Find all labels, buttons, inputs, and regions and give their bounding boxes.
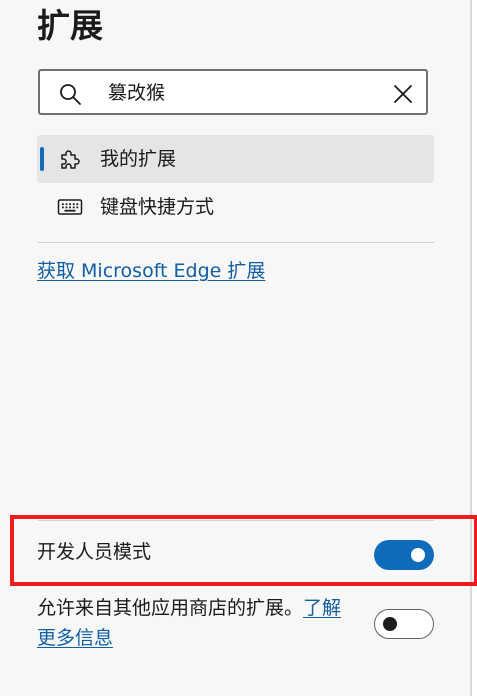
- nav-label-my-extensions: 我的扩展: [100, 148, 177, 170]
- search-input[interactable]: 篡改猴: [38, 69, 428, 115]
- extensions-panel: 扩展 篡改猴 我的扩展 键盘快捷方式 获取 Microsoft Edge 扩展 …: [0, 0, 470, 696]
- nav-label-keyboard-shortcuts: 键盘快捷方式: [100, 196, 215, 218]
- close-icon[interactable]: [392, 83, 414, 105]
- nav-item-my-extensions[interactable]: 我的扩展: [37, 135, 434, 183]
- get-extensions-link[interactable]: 获取 Microsoft Edge 扩展: [37, 258, 265, 284]
- keyboard-icon: [57, 199, 83, 215]
- other-stores-text: 允许来自其他应用商店的扩展。: [37, 597, 304, 619]
- content-edge: [472, 0, 477, 696]
- puzzle-icon: [61, 150, 80, 169]
- selected-indicator: [40, 147, 44, 171]
- nav-item-keyboard-shortcuts[interactable]: 键盘快捷方式: [37, 183, 434, 231]
- page-title: 扩展: [37, 6, 103, 45]
- other-stores-toggle[interactable]: [374, 609, 434, 639]
- other-stores-description: 允许来自其他应用商店的扩展。了解更多信息: [37, 593, 357, 653]
- toggle-knob: [383, 617, 397, 631]
- search-value[interactable]: 篡改猴: [108, 81, 165, 105]
- annotation-highlight-box: [10, 515, 477, 586]
- search-icon: [60, 84, 81, 105]
- divider: [38, 242, 434, 243]
